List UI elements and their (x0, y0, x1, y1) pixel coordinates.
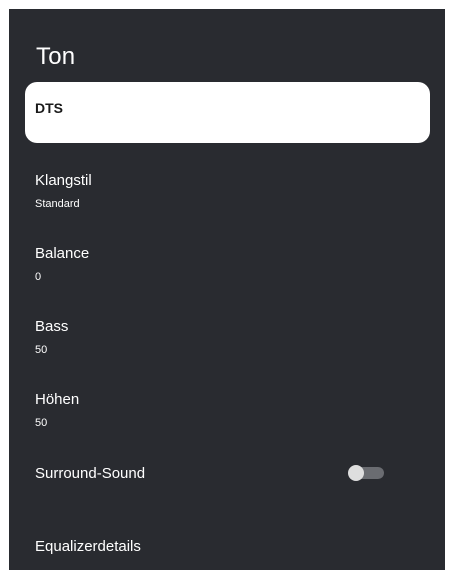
menu-item-dts[interactable]: DTS (25, 82, 430, 143)
menu-item-balance-label: Balance (35, 245, 90, 262)
menu-item-bass-value: 50 (35, 344, 48, 356)
menu-item-equalizerdetails[interactable]: Equalizerdetails (35, 538, 425, 555)
menu-item-klangstil-label: Klangstil (35, 172, 92, 189)
surround-sound-toggle[interactable] (348, 465, 384, 481)
menu-item-hoehen-label: Höhen (35, 391, 80, 408)
menu-item-klangstil[interactable]: Klangstil Standard (35, 172, 425, 210)
menu-item-equalizerdetails-label: Equalizerdetails (35, 538, 141, 555)
menu-item-hoehen[interactable]: Höhen 50 (35, 391, 425, 429)
page-title: Ton (36, 43, 76, 70)
sound-settings-panel: Ton DTS Klangstil Standard Balance 0 Bas… (9, 9, 445, 570)
menu-item-bass-label: Bass (35, 318, 69, 335)
menu-item-dts-label: DTS (35, 100, 63, 116)
menu-item-bass[interactable]: Bass 50 (35, 318, 425, 356)
menu-item-balance-value: 0 (35, 271, 42, 283)
menu-item-klangstil-value: Standard (35, 198, 80, 210)
toggle-knob (348, 465, 364, 481)
menu-item-hoehen-value: 50 (35, 417, 48, 429)
menu-item-balance[interactable]: Balance 0 (35, 245, 425, 283)
